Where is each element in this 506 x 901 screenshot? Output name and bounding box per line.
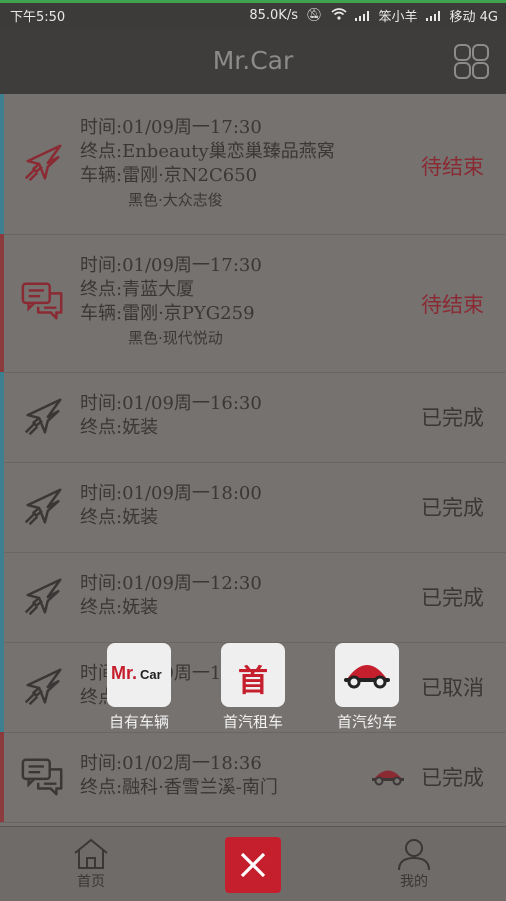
order-details: 时间:01/02周一18:36 终点:融科·香雪兰溪-南门: [80, 752, 278, 800]
order-row[interactable]: 时间:01/02周一18:36 终点:融科·香雪兰溪-南门 已完成: [0, 732, 506, 823]
car-badge-icon: [370, 766, 406, 786]
carrier-2: 移动 4G: [449, 10, 498, 25]
order-status: 待结束: [421, 293, 484, 317]
close-icon: [239, 851, 267, 883]
order-row[interactable]: 时间:01/09周一17:30 终点:Enbeauty巢恋巢臻品燕窝 车辆:雷刚…: [0, 94, 506, 235]
wifi-icon: [330, 7, 347, 24]
order-time: 时间:01/09周一17:30: [80, 117, 262, 138]
app-shouqi-ride[interactable]: [335, 643, 399, 707]
order-dest: 终点:妩装: [80, 597, 159, 618]
order-status: 待结束: [421, 155, 484, 179]
row-indicator: [0, 94, 4, 234]
user-icon: [369, 837, 459, 871]
order-vehicle-sub: 黑色·大众志俊: [128, 191, 223, 209]
signal-icon-2: [425, 10, 442, 21]
order-time: 时间:01/09周一17:30: [80, 255, 262, 276]
chat-icon: [20, 754, 66, 800]
order-row[interactable]: 时间:01/09周一12:30 终点:妩装 已完成: [0, 552, 506, 643]
mrcar-logo-text2: Car: [140, 667, 162, 682]
order-details: 时间:01/09周一18:00 终点:妩装: [80, 482, 262, 530]
plane-icon: [20, 140, 66, 186]
chat-icon: [20, 278, 66, 324]
order-details: 时间:01/09周一17:30 终点:青蓝大厦 车辆:雷刚·京PYG259 黑色…: [80, 254, 262, 350]
app-shouqi-ride-label: 首汽约车: [336, 713, 397, 731]
plane-icon: [20, 394, 66, 440]
app-title: Mr.Car: [212, 46, 294, 75]
bottom-nav: 首页 我的: [0, 826, 506, 901]
order-details: 时间:01/09周一17:30 终点:Enbeauty巢恋巢臻品燕窝 车辆:雷刚…: [80, 116, 335, 212]
order-time: 时间:01/09周一12:30: [80, 573, 262, 594]
order-time: 时间:01/09周一16:30: [80, 393, 262, 414]
order-dest: 终点:融科·香雪兰溪-南门: [80, 777, 278, 798]
close-button[interactable]: [225, 837, 281, 893]
plane-icon: [20, 484, 66, 530]
order-vehicle: 车辆:雷刚·京PYG259: [80, 303, 255, 324]
order-details: 时间:01/09周一16:30 终点:妩装: [80, 392, 262, 440]
order-row[interactable]: 时间:01/09周一17:30 终点:青蓝大厦 车辆:雷刚·京PYG259 黑色…: [0, 234, 506, 373]
order-row[interactable]: 时间:01/09周一16:30 终点:妩装 已完成: [0, 372, 506, 463]
status-bar: 下午5:50 85.0K/s 🔕︎ 笨小羊 移动 4G: [0, 0, 506, 28]
app-mrcar-label: 自有车辆: [108, 713, 169, 731]
row-indicator: [0, 642, 4, 732]
row-indicator: [0, 462, 4, 552]
tab-mine[interactable]: 我的: [369, 837, 459, 891]
app-header: Mr.Car: [0, 28, 506, 94]
order-time: 时间:01/09周一18:00: [80, 483, 262, 504]
order-status: 已完成: [421, 496, 484, 520]
grid-icon[interactable]: [454, 44, 489, 79]
order-dest: 终点:妩装: [80, 507, 159, 528]
app-mrcar[interactable]: Mr. Car: [107, 643, 171, 707]
order-dest: 终点:妩装: [80, 417, 159, 438]
order-details: 时间:01/09周一12:30 终点:妩装: [80, 572, 262, 620]
order-status: 已完成: [421, 766, 484, 790]
mute-icon: 🔕︎: [305, 8, 323, 23]
net-speed: 85.0K/s: [249, 8, 298, 23]
mrcar-logo-icon: Mr. Car: [111, 663, 169, 684]
order-dest: 终点:Enbeauty巢恋巢臻品燕窝: [80, 141, 335, 162]
tab-mine-label: 我的: [400, 874, 428, 890]
tab-home-label: 首页: [77, 874, 105, 890]
order-vehicle: 车辆:雷刚·京N2C650: [80, 165, 258, 186]
car-logo-icon: [341, 657, 393, 697]
shouqi-logo-icon: 首: [238, 664, 268, 699]
plane-icon: [20, 574, 66, 620]
row-indicator: [0, 732, 4, 822]
order-status: 已完成: [421, 586, 484, 610]
order-status: 已取消: [421, 676, 484, 700]
status-time: 下午5:50: [10, 10, 66, 25]
mrcar-logo-text: Mr.: [111, 663, 138, 683]
home-icon: [46, 837, 136, 871]
plane-icon: [20, 664, 66, 710]
row-indicator: [0, 372, 4, 462]
signal-icon: [354, 10, 371, 21]
tab-home[interactable]: 首页: [46, 837, 136, 891]
order-status: 已完成: [421, 406, 484, 430]
order-dest: 终点:青蓝大厦: [80, 279, 195, 300]
app-shouqi-rental[interactable]: 首: [221, 643, 285, 707]
row-indicator: [0, 234, 4, 372]
order-time: 时间:01/02周一18:36: [80, 753, 262, 774]
status-accent-line: [0, 0, 506, 3]
order-vehicle-sub: 黑色·现代悦动: [128, 329, 223, 347]
status-right: 85.0K/s 🔕︎ 笨小羊 移动 4G: [249, 6, 498, 25]
row-indicator: [0, 552, 4, 642]
order-row[interactable]: 时间:01/09周一18:00 终点:妩装 已完成: [0, 462, 506, 553]
carrier-1: 笨小羊: [378, 10, 418, 25]
app-shouqi-rental-label: 首汽租车: [222, 713, 283, 731]
